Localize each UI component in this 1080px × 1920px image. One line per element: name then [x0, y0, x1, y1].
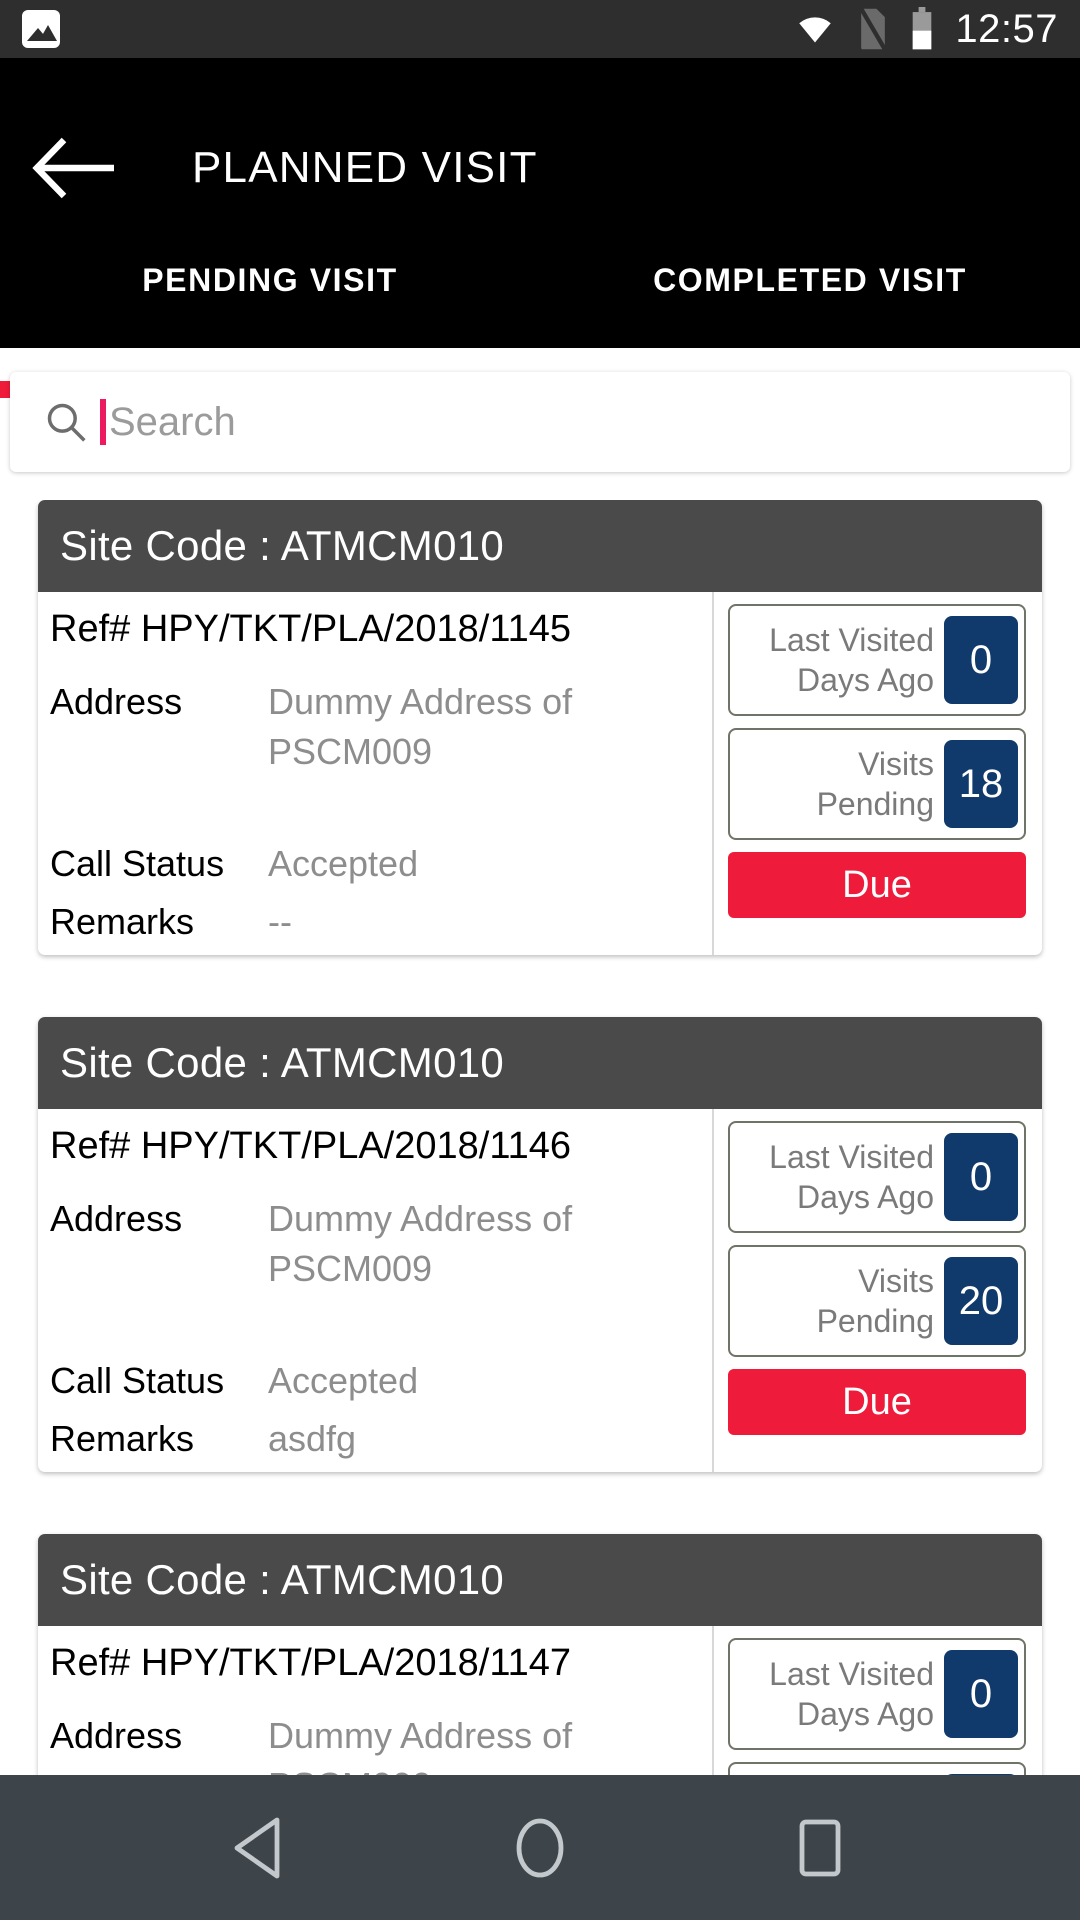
nav-home-icon — [516, 1818, 564, 1877]
visit-card[interactable]: Site Code : ATMCM010 Ref# HPY/TKT/PLA/20… — [38, 500, 1042, 955]
last-visited-box: Last Visited Days Ago 0 — [728, 1121, 1026, 1233]
address-label: Address — [50, 681, 183, 722]
last-visited-line1: Last Visited — [769, 1656, 934, 1692]
remarks-value: -- — [268, 901, 292, 942]
search-icon — [47, 403, 86, 442]
address-value: Dummy Address of PSCM009 — [268, 1198, 573, 1289]
status-bar-clock: 12:57 — [955, 6, 1058, 51]
card-address-row: Address Dummy Address of PSCM009 — [50, 1711, 712, 1775]
last-visited-line1: Last Visited — [769, 1139, 934, 1175]
gallery-notification-icon — [22, 10, 60, 48]
last-visited-value: 0 — [944, 1650, 1018, 1738]
nav-back-icon — [234, 1817, 280, 1878]
card-body: Ref# HPY/TKT/PLA/2018/1147 Address Dummy… — [38, 1626, 1042, 1775]
last-visited-line2: Days Ago — [797, 662, 934, 698]
search-bar[interactable]: Search — [10, 372, 1070, 472]
visits-pending-box: VisitsPending — [728, 1762, 1026, 1775]
nav-recents-button[interactable] — [774, 1802, 866, 1894]
visits-pending-line2: Pending — [816, 786, 934, 822]
remarks-label: Remarks — [50, 901, 195, 942]
visit-list[interactable]: Site Code : ATMCM010 Ref# HPY/TKT/PLA/20… — [0, 500, 1080, 1775]
address-label: Address — [50, 1715, 183, 1756]
card-remarks-row: Remarks asdfg — [50, 1414, 712, 1464]
call-status-label: Call Status — [50, 843, 225, 884]
card-address-row: Address Dummy Address of PSCM009 — [50, 1194, 712, 1294]
wifi-icon — [799, 17, 832, 43]
address-value: Dummy Address of PSCM009 — [268, 681, 573, 772]
visit-card[interactable]: Site Code : ATMCM010 Ref# HPY/TKT/PLA/20… — [38, 1017, 1042, 1472]
last-visited-line2: Days Ago — [797, 1179, 934, 1215]
visits-pending-value: 20 — [944, 1257, 1018, 1345]
tab-completed-visit[interactable]: COMPLETED VISIT — [540, 244, 1080, 348]
last-visited-box: Last Visited Days Ago 0 — [728, 604, 1026, 716]
last-visited-value: 0 — [944, 616, 1018, 704]
visit-card[interactable]: Site Code : ATMCM010 Ref# HPY/TKT/PLA/20… — [38, 1534, 1042, 1775]
last-visited-line1: Last Visited — [769, 622, 934, 658]
android-nav-bar — [0, 1775, 1080, 1920]
app-bar: PLANNED VISIT PENDING VISIT COMPLETED VI… — [0, 58, 1080, 398]
no-sim-icon — [859, 7, 888, 51]
card-details: Ref# HPY/TKT/PLA/2018/1147 Address Dummy… — [38, 1626, 712, 1775]
tab-bar: PENDING VISIT COMPLETED VISIT — [0, 244, 1080, 348]
last-visited-label: Last Visited Days Ago — [740, 1654, 944, 1734]
card-body: Ref# HPY/TKT/PLA/2018/1145 Address Dummy… — [38, 592, 1042, 955]
back-arrow-icon — [32, 137, 114, 199]
card-ref: Ref# HPY/TKT/PLA/2018/1147 — [50, 1642, 572, 1684]
visits-pending-label: Visits Pending — [740, 744, 944, 824]
card-ref: Ref# HPY/TKT/PLA/2018/1145 — [50, 608, 572, 650]
phone-screen: 12:57 PLANNED VISIT PENDING VISIT COMPLE… — [0, 0, 1080, 1920]
nav-recents-icon — [799, 1819, 841, 1876]
visits-pending-line1: Visits — [858, 1263, 934, 1299]
card-details: Ref# HPY/TKT/PLA/2018/1146 Address Dummy… — [38, 1109, 712, 1472]
card-details: Ref# HPY/TKT/PLA/2018/1145 Address Dummy… — [38, 592, 712, 955]
battery-icon — [913, 7, 932, 50]
nav-home-button[interactable] — [494, 1802, 586, 1894]
last-visited-label: Last Visited Days Ago — [740, 1137, 944, 1217]
card-body: Ref# HPY/TKT/PLA/2018/1146 Address Dummy… — [38, 1109, 1042, 1472]
status-bar: 12:57 — [0, 0, 1080, 58]
page-title: PLANNED VISIT — [192, 143, 538, 192]
visits-pending-value: 18 — [944, 740, 1018, 828]
call-status-value: Accepted — [268, 1360, 419, 1401]
card-call-status-row: Call Status Accepted — [50, 1356, 712, 1406]
card-call-status-row: Call Status Accepted — [50, 839, 712, 889]
visits-pending-label: Visits Pending — [740, 1261, 944, 1341]
last-visited-box: Last Visited Days Ago 0 — [728, 1638, 1026, 1750]
search-input[interactable]: Search — [109, 400, 236, 445]
due-button[interactable]: Due — [728, 852, 1026, 918]
search-caret — [100, 399, 106, 445]
card-ref: Ref# HPY/TKT/PLA/2018/1146 — [50, 1125, 572, 1167]
card-remarks-row: Remarks -- — [50, 897, 712, 947]
remarks-label: Remarks — [50, 1418, 195, 1459]
visits-pending-line1: Visits — [858, 746, 934, 782]
card-site-code: Site Code : ATMCM010 — [38, 1017, 1042, 1109]
nav-back-button[interactable] — [214, 1802, 306, 1894]
last-visited-line2: Days Ago — [797, 1696, 934, 1732]
card-stats: Last VisitedDays Ago 0 VisitsPending Due — [712, 1626, 1042, 1775]
visits-pending-box: Visits Pending 18 — [728, 728, 1026, 840]
remarks-value: asdfg — [268, 1418, 357, 1459]
address-label: Address — [50, 1198, 183, 1239]
tab-pending-visit[interactable]: PENDING VISIT — [0, 244, 540, 348]
due-button[interactable]: Due — [728, 1369, 1026, 1435]
card-site-code: Site Code : ATMCM010 — [38, 1534, 1042, 1626]
card-site-code: Site Code : ATMCM010 — [38, 500, 1042, 592]
visits-pending-line2: Pending — [816, 1303, 934, 1339]
card-stats: Last Visited Days Ago 0 Visits Pending 18 … — [712, 592, 1042, 955]
visits-pending-box: Visits Pending 20 — [728, 1245, 1026, 1357]
card-stats: Last Visited Days Ago 0 Visits Pending 20 … — [712, 1109, 1042, 1472]
last-visited-label: Last Visited Days Ago — [740, 620, 944, 700]
call-status-value: Accepted — [268, 843, 419, 884]
card-address-row: Address Dummy Address of PSCM009 — [50, 677, 712, 777]
call-status-label: Call Status — [50, 1360, 225, 1401]
back-button[interactable] — [30, 130, 120, 206]
last-visited-value: 0 — [944, 1133, 1018, 1221]
address-value: Dummy Address of PSCM009 — [268, 1715, 573, 1775]
